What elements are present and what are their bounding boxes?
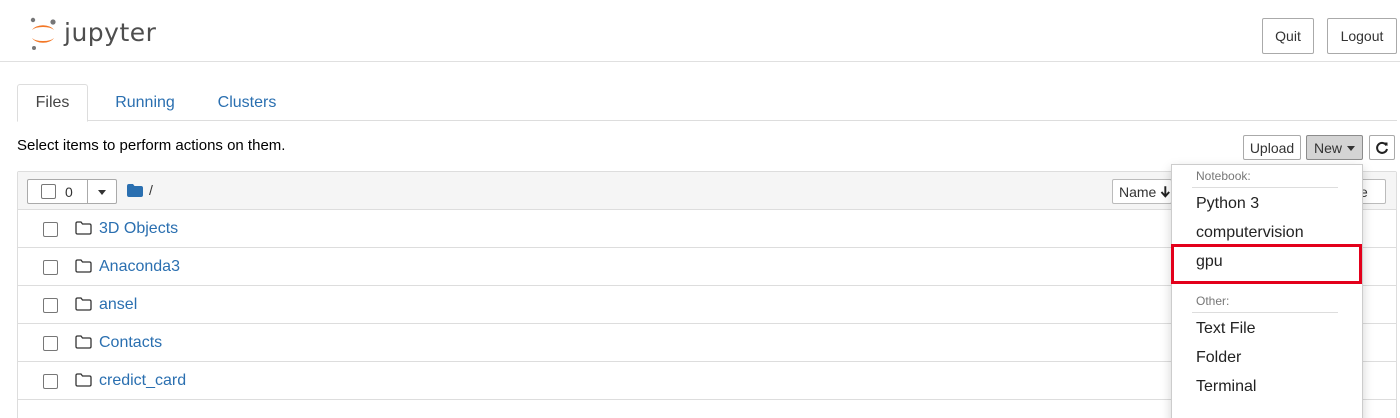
row-checkbox[interactable]: [43, 336, 58, 351]
folder-icon: [127, 183, 143, 197]
file-name-link[interactable]: Contacts: [99, 334, 162, 352]
tab-files[interactable]: Files: [17, 84, 88, 122]
logo-text: jupyter: [64, 17, 157, 47]
new-dropdown-button[interactable]: New: [1306, 135, 1363, 160]
arrow-down-icon: [1161, 185, 1171, 198]
select-menu-toggle[interactable]: [88, 180, 116, 203]
jupyter-logo-icon: [28, 16, 58, 52]
menu-item-python3[interactable]: Python 3: [1196, 195, 1259, 213]
menu-item-folder[interactable]: Folder: [1196, 349, 1241, 367]
menu-header-other: Other:: [1196, 294, 1230, 308]
file-name-link[interactable]: Anaconda3: [99, 258, 180, 276]
folder-open-icon: [75, 297, 92, 311]
tab-running[interactable]: Running: [105, 84, 185, 121]
file-name-link[interactable]: credict_card: [99, 372, 186, 390]
menu-header-notebook: Notebook:: [1196, 169, 1251, 183]
highlight-box-gpu: [1171, 244, 1362, 284]
select-all-checkbox[interactable]: [41, 184, 56, 199]
folder-open-icon: [75, 335, 92, 349]
menu-divider: [1192, 312, 1338, 313]
tab-bar: Files Running Clusters: [17, 84, 1397, 122]
select-all-control[interactable]: 0: [27, 179, 117, 204]
sort-by-name-button[interactable]: Name: [1112, 179, 1172, 204]
refresh-icon: [1376, 141, 1388, 154]
new-button-label: New: [1313, 139, 1342, 156]
file-name-link[interactable]: ansel: [99, 296, 137, 314]
upload-button[interactable]: Upload: [1243, 135, 1301, 160]
menu-divider: [1192, 187, 1338, 188]
caret-down-icon: [98, 190, 106, 195]
file-name-link[interactable]: 3D Objects: [99, 220, 178, 238]
menu-item-text-file[interactable]: Text File: [1196, 320, 1256, 338]
row-checkbox[interactable]: [43, 260, 58, 275]
refresh-button[interactable]: [1369, 135, 1395, 160]
menu-item-terminal[interactable]: Terminal: [1196, 378, 1256, 396]
row-checkbox[interactable]: [43, 222, 58, 237]
folder-open-icon: [75, 259, 92, 273]
quit-button[interactable]: Quit: [1262, 18, 1314, 54]
menu-item-computervision[interactable]: computervision: [1196, 224, 1304, 242]
row-checkbox[interactable]: [43, 298, 58, 313]
jupyter-logo[interactable]: jupyter: [28, 14, 168, 54]
row-checkbox[interactable]: [43, 374, 58, 389]
header-bar: jupyter Quit Logout: [0, 0, 1400, 62]
caret-down-icon: [1347, 146, 1355, 151]
folder-open-icon: [75, 221, 92, 235]
folder-open-icon: [75, 373, 92, 387]
breadcrumb[interactable]: /: [127, 182, 153, 198]
breadcrumb-root[interactable]: /: [149, 182, 153, 198]
selected-count: 0: [65, 183, 73, 200]
instructions-text: Select items to perform actions on them.: [17, 137, 286, 154]
select-all-toggle[interactable]: 0: [28, 180, 88, 203]
name-sort-label: Name: [1119, 183, 1157, 200]
new-dropdown-menu: Notebook: Python 3 computervision gpu Ot…: [1171, 164, 1363, 418]
logout-button[interactable]: Logout: [1327, 18, 1397, 54]
tab-clusters[interactable]: Clusters: [205, 84, 289, 121]
